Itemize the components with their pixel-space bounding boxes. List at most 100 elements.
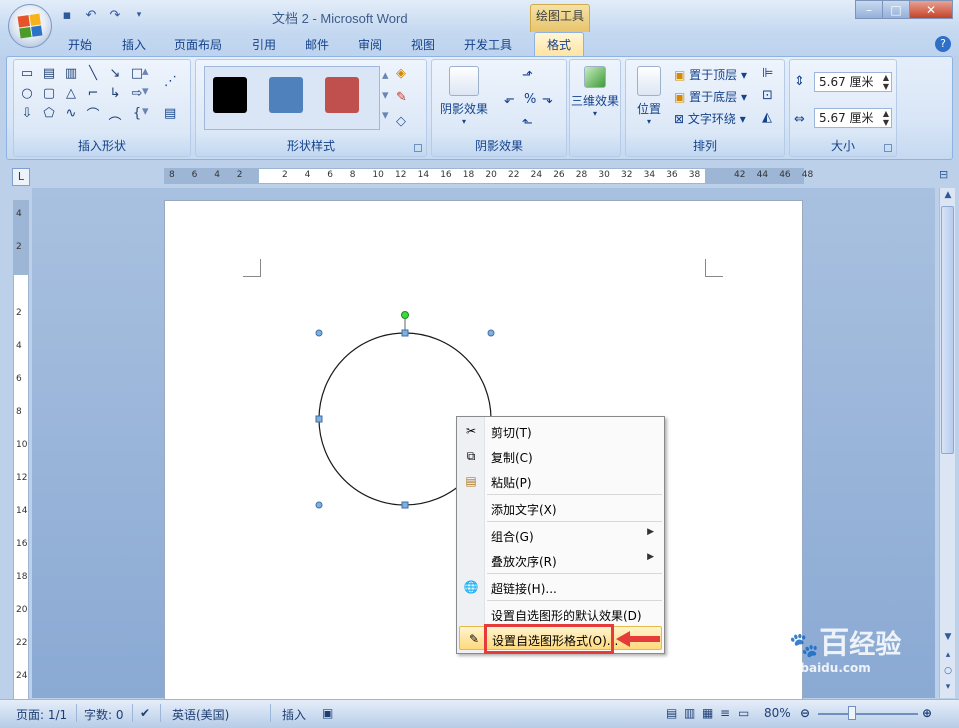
menu-item-paste[interactable]: ▤ 粘贴(P)	[457, 469, 664, 493]
triangle-shape-icon[interactable]: △	[62, 84, 80, 102]
elbow-connector-shape-icon[interactable]: ⌐	[84, 84, 102, 102]
vertical-ruler[interactable]: 4 2 2 4 6 8 10 12 14 16 18 20 22 24	[13, 200, 29, 700]
shape-width-input[interactable]: 5.67 厘米 ▲ ▼	[814, 108, 892, 128]
previous-page-icon[interactable]: ▴	[942, 650, 954, 662]
pentagon-shape-icon[interactable]: ⬠	[40, 104, 58, 122]
height-spinner-icon[interactable]: ▲ ▼	[883, 73, 889, 91]
shadow-effects-button[interactable]: 阴影效果 ▾	[436, 66, 492, 126]
style-more-icon[interactable]: ▾	[382, 108, 389, 123]
menu-item-copy[interactable]: ⧉ 复制(C)	[457, 444, 664, 468]
curve-shape-icon[interactable]: ⌒	[84, 104, 102, 123]
menu-item-group[interactable]: 组合(G) ▶	[457, 523, 664, 547]
macro-record-icon[interactable]: ▣	[322, 706, 333, 720]
undo-icon[interactable]: ↶	[82, 6, 100, 24]
view-print-layout-icon[interactable]: ▤	[666, 706, 677, 720]
save-icon[interactable]: ▪	[58, 6, 76, 24]
nudge-shadow-left-icon[interactable]: ⬐	[504, 92, 515, 107]
style-scroll-down-icon[interactable]: ▾	[382, 88, 389, 103]
freeform-shape-icon[interactable]: ∿	[62, 104, 80, 122]
scroll-down-icon[interactable]: ▼	[942, 632, 954, 644]
shape-outline-icon[interactable]: ✎	[396, 90, 407, 105]
customize-qat-icon[interactable]: ▾	[130, 6, 148, 24]
close-button[interactable]: ✕	[909, 0, 953, 19]
size-dialog-launcher[interactable]	[884, 144, 892, 152]
nudge-shadow-down-icon[interactable]: ⬑	[522, 116, 533, 131]
resize-handle-w[interactable]	[315, 415, 323, 423]
resize-handle-sw[interactable]	[315, 501, 323, 509]
tab-developer[interactable]: 开发工具	[464, 36, 512, 53]
gallery-scroll-down-icon[interactable]: ▾	[142, 84, 149, 99]
redo-icon[interactable]: ↷	[106, 6, 124, 24]
menu-item-cut[interactable]: ✂ 剪切(T)	[457, 419, 664, 443]
rounded-rect-shape-icon[interactable]: ▢	[40, 84, 58, 102]
line-shape-icon[interactable]: ╲	[84, 64, 102, 82]
page-count[interactable]: 页面: 1/1	[16, 706, 67, 723]
gallery-scroll-up-icon[interactable]: ▴	[142, 64, 149, 79]
office-button[interactable]	[8, 4, 52, 48]
send-to-back-button[interactable]: ▣ 置于底层 ▾	[674, 88, 747, 105]
tab-references[interactable]: 引用	[252, 36, 276, 53]
proofing-icon[interactable]: ✔	[140, 706, 150, 720]
zoom-level[interactable]: 80%	[764, 706, 791, 720]
next-page-icon[interactable]: ▾	[942, 682, 954, 694]
tab-insert[interactable]: 插入	[122, 36, 146, 53]
zoom-slider-track[interactable]	[818, 713, 918, 715]
shape-styles-dialog-launcher[interactable]	[414, 144, 422, 152]
arrow-shape-icon[interactable]: ↘	[106, 64, 124, 82]
nudge-shadow-right-icon[interactable]: ⬎	[542, 92, 553, 107]
scroll-thumb[interactable]	[941, 206, 954, 454]
view-web-layout-icon[interactable]: ▦	[702, 706, 713, 720]
minimize-button[interactable]: –	[855, 0, 883, 19]
rotate-icon[interactable]: ◭	[762, 110, 772, 125]
down-arrow-shape-icon[interactable]: ⇩	[18, 104, 36, 122]
style-swatch-black[interactable]	[213, 77, 247, 113]
textbox-shape-icon[interactable]: ▭	[18, 64, 36, 82]
tab-format[interactable]: 格式	[534, 32, 585, 56]
menu-item-hyperlink[interactable]: 🌐 超链接(H)...	[457, 575, 664, 599]
position-button[interactable]: 位置 ▾	[630, 66, 668, 126]
zoom-in-icon[interactable]: ⊕	[922, 706, 932, 720]
language-indicator[interactable]: 英语(美国)	[172, 706, 229, 723]
menu-item-order[interactable]: 叠放次序(R) ▶	[457, 548, 664, 572]
shape-fill-icon[interactable]: ◈	[396, 66, 406, 81]
view-ruler-icon[interactable]: ⊟	[939, 168, 955, 186]
edit-shape-icon[interactable]: ⋰	[164, 74, 177, 89]
gallery-more-icon[interactable]: ▾	[142, 104, 149, 119]
width-spinner-icon[interactable]: ▲ ▼	[883, 109, 889, 127]
view-full-screen-icon[interactable]: ▥	[684, 706, 695, 720]
align-icon[interactable]: ⊫	[762, 66, 773, 81]
view-outline-icon[interactable]: ≡	[720, 706, 730, 720]
elbow-arrow-shape-icon[interactable]: ↳	[106, 84, 124, 102]
shadow-toggle-icon[interactable]: %	[524, 92, 536, 107]
tab-page-layout[interactable]: 页面布局	[174, 36, 222, 53]
vertical-scrollbar[interactable]: ▲ ▼ ▴ ○ ▾	[939, 188, 955, 698]
nudge-shadow-up-icon[interactable]: ⬏	[522, 68, 533, 83]
text-wrapping-button[interactable]: ⊠ 文字环绕 ▾	[674, 110, 746, 127]
scroll-up-icon[interactable]: ▲	[942, 190, 954, 202]
style-scroll-up-icon[interactable]: ▴	[382, 68, 389, 83]
help-icon[interactable]: ?	[935, 36, 951, 52]
shape-height-input[interactable]: 5.67 厘米 ▲ ▼	[814, 72, 892, 92]
text-shape-icon[interactable]: ▤	[40, 64, 58, 82]
rotation-handle[interactable]	[401, 311, 409, 319]
view-draft-icon[interactable]: ▭	[738, 706, 749, 720]
resize-handle-n[interactable]	[401, 329, 409, 337]
tab-home[interactable]: 开始	[68, 36, 92, 53]
insert-mode-indicator[interactable]: 插入	[282, 706, 306, 723]
resize-handle-s[interactable]	[401, 501, 409, 509]
tab-mailings[interactable]: 邮件	[305, 36, 329, 53]
horizontal-ruler[interactable]: 8 6 4 2 2 4 6 8 10 12 14 16 18 20 22 24 26 28 30 32 34 36 38 42…	[164, 168, 813, 184]
3d-effects-button[interactable]: 三维效果 ▾	[568, 66, 622, 118]
oval-shape-icon[interactable]: ○	[18, 84, 36, 102]
tab-review[interactable]: 审阅	[358, 36, 382, 53]
menu-item-add-text[interactable]: 添加文字(X)	[457, 496, 664, 520]
style-swatch-blue[interactable]	[269, 77, 303, 113]
bring-to-front-button[interactable]: ▣ 置于顶层 ▾	[674, 66, 747, 83]
add-text-icon[interactable]: ▤	[164, 106, 176, 121]
tab-selector[interactable]: L	[12, 168, 30, 186]
change-shape-icon[interactable]: ◇	[396, 114, 406, 129]
arc-shape-icon[interactable]: ︵	[106, 104, 124, 123]
wordart-shape-icon[interactable]: ▥	[62, 64, 80, 82]
maximize-button[interactable]: □	[882, 0, 910, 19]
select-browse-object-icon[interactable]: ○	[942, 666, 954, 678]
